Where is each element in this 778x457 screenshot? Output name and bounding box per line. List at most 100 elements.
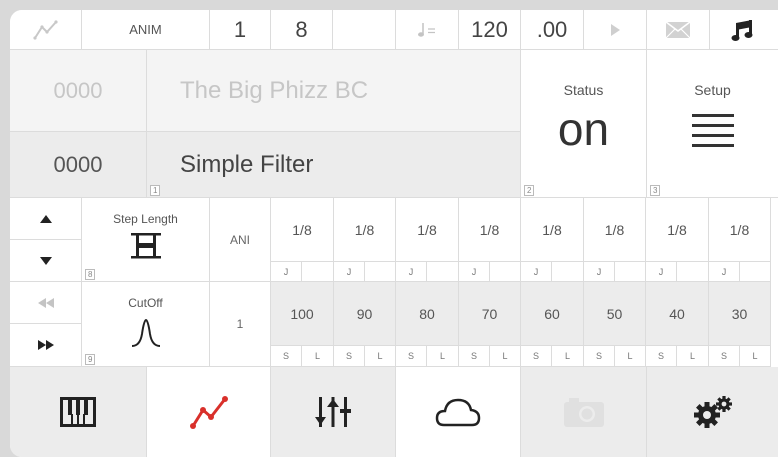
- step-length-value[interactable]: 1/8: [396, 198, 459, 262]
- step-length-value[interactable]: 1/8: [521, 198, 584, 262]
- cutoff-l-cell[interactable]: L: [365, 346, 396, 367]
- cutoff-l-cell[interactable]: L: [552, 346, 584, 367]
- triangle-up-icon: [39, 214, 52, 223]
- step-length-mode[interactable]: ANI: [210, 198, 271, 282]
- step-sub-label: J: [283, 266, 289, 277]
- cutoff-l-label: L: [502, 351, 508, 361]
- step-sub-left[interactable]: J: [521, 262, 552, 282]
- setup-button[interactable]: Setup 3: [647, 50, 778, 198]
- step-length-value-label: 1/8: [667, 221, 687, 238]
- step-length-param[interactable]: Step Length 8: [82, 198, 210, 282]
- step-length-value[interactable]: 1/8: [584, 198, 646, 262]
- step-sub-left[interactable]: J: [709, 262, 740, 282]
- cutoff-value[interactable]: 50: [584, 282, 646, 346]
- step-sub-right[interactable]: [552, 262, 584, 282]
- cutoff-s-cell[interactable]: S: [396, 346, 427, 367]
- step-sub-right[interactable]: [615, 262, 646, 282]
- cutoff-s-label: S: [720, 351, 727, 361]
- preset-id1-field[interactable]: 0000: [10, 50, 147, 132]
- step-length-value[interactable]: 1/8: [334, 198, 396, 262]
- mode-field[interactable]: ANIM: [82, 10, 210, 50]
- step-sub-right[interactable]: [490, 262, 521, 282]
- nav-automation[interactable]: [147, 367, 271, 457]
- cutoff-value[interactable]: 40: [646, 282, 709, 346]
- value2-field[interactable]: 8: [271, 10, 333, 50]
- step-sub-right[interactable]: [302, 262, 334, 282]
- tempo-integer: 120: [471, 16, 508, 42]
- step-length-value[interactable]: 1/8: [271, 198, 334, 262]
- status-button[interactable]: Status on 2: [521, 50, 647, 198]
- step-sub-right[interactable]: [740, 262, 771, 282]
- preset-name2-field[interactable]: Simple Filter 1: [147, 132, 521, 198]
- cutoff-s-cell[interactable]: S: [646, 346, 677, 367]
- cutoff-value[interactable]: 80: [396, 282, 459, 346]
- play-button[interactable]: [584, 10, 647, 50]
- step-length-value[interactable]: 1/8: [709, 198, 771, 262]
- value2: 8: [295, 16, 308, 42]
- value1-field[interactable]: 1: [210, 10, 271, 50]
- step-sub-right[interactable]: [677, 262, 709, 282]
- fast-forward-button[interactable]: [10, 324, 82, 367]
- cutoff-l-cell[interactable]: L: [302, 346, 334, 367]
- message-button[interactable]: [647, 10, 710, 50]
- step-sub-left[interactable]: J: [646, 262, 677, 282]
- mode-label: ANIM: [129, 22, 162, 37]
- status-value: on: [557, 103, 610, 155]
- cutoff-value-label: 90: [356, 305, 373, 322]
- cutoff-value[interactable]: 100: [271, 282, 334, 346]
- tempo-integer-field[interactable]: 120: [459, 10, 521, 50]
- step-length-label: Step Length: [113, 212, 178, 226]
- cutoff-param[interactable]: CutOff 9: [82, 282, 210, 367]
- cutoff-s-label: S: [407, 351, 414, 361]
- step-length-value[interactable]: 1/8: [646, 198, 709, 262]
- cutoff-s-cell[interactable]: S: [584, 346, 615, 367]
- nav-mixer[interactable]: [271, 367, 396, 457]
- value3-field[interactable]: [333, 10, 396, 50]
- cutoff-s-label: S: [282, 351, 289, 361]
- preset-id2-field[interactable]: 0000: [10, 132, 147, 198]
- cutoff-value[interactable]: 90: [334, 282, 396, 346]
- cutoff-s-cell[interactable]: S: [334, 346, 365, 367]
- tempo-decimal-field[interactable]: .00: [521, 10, 584, 50]
- cutoff-badge: 9: [85, 354, 96, 365]
- step-sub-left[interactable]: J: [459, 262, 490, 282]
- piano-icon: [60, 397, 96, 427]
- status-badge: 2: [524, 185, 535, 196]
- cutoff-s-cell[interactable]: S: [459, 346, 490, 367]
- nav-cloud[interactable]: [396, 367, 521, 457]
- step-sub-label: J: [596, 266, 602, 277]
- cutoff-value[interactable]: 30: [709, 282, 771, 346]
- cutoff-s-cell[interactable]: S: [271, 346, 302, 367]
- music-button[interactable]: [710, 10, 778, 50]
- cutoff-value-label: 70: [481, 305, 498, 322]
- cutoff-mode-label: 1: [236, 317, 244, 331]
- nav-settings[interactable]: [647, 367, 778, 457]
- graph-button[interactable]: [10, 10, 82, 50]
- cutoff-l-cell[interactable]: L: [615, 346, 646, 367]
- step-sub-left[interactable]: J: [584, 262, 615, 282]
- cutoff-s-cell[interactable]: S: [521, 346, 552, 367]
- step-length-value[interactable]: 1/8: [459, 198, 521, 262]
- step-sub-label: J: [408, 266, 414, 277]
- cutoff-s-cell[interactable]: S: [709, 346, 740, 367]
- step-sub-left[interactable]: J: [396, 262, 427, 282]
- step-sub-left[interactable]: J: [334, 262, 365, 282]
- cutoff-value[interactable]: 70: [459, 282, 521, 346]
- step-sub-right[interactable]: [365, 262, 396, 282]
- cutoff-l-cell[interactable]: L: [740, 346, 771, 367]
- step-length-value-label: 1/8: [417, 221, 437, 238]
- step-sub-left[interactable]: J: [271, 262, 302, 282]
- preset-name1-field[interactable]: The Big Phizz BC: [147, 50, 521, 132]
- step-sub-right[interactable]: [427, 262, 459, 282]
- rewind-button[interactable]: [10, 282, 82, 324]
- preset-id2: 0000: [53, 151, 103, 177]
- step-down-button[interactable]: [10, 240, 82, 282]
- cutoff-l-cell[interactable]: L: [427, 346, 459, 367]
- cutoff-value[interactable]: 60: [521, 282, 584, 346]
- cutoff-l-cell[interactable]: L: [490, 346, 521, 367]
- nav-camera[interactable]: [521, 367, 647, 457]
- step-up-button[interactable]: [10, 198, 82, 240]
- cutoff-l-cell[interactable]: L: [677, 346, 709, 367]
- nav-piano[interactable]: [10, 367, 147, 457]
- cutoff-mode[interactable]: 1: [210, 282, 271, 367]
